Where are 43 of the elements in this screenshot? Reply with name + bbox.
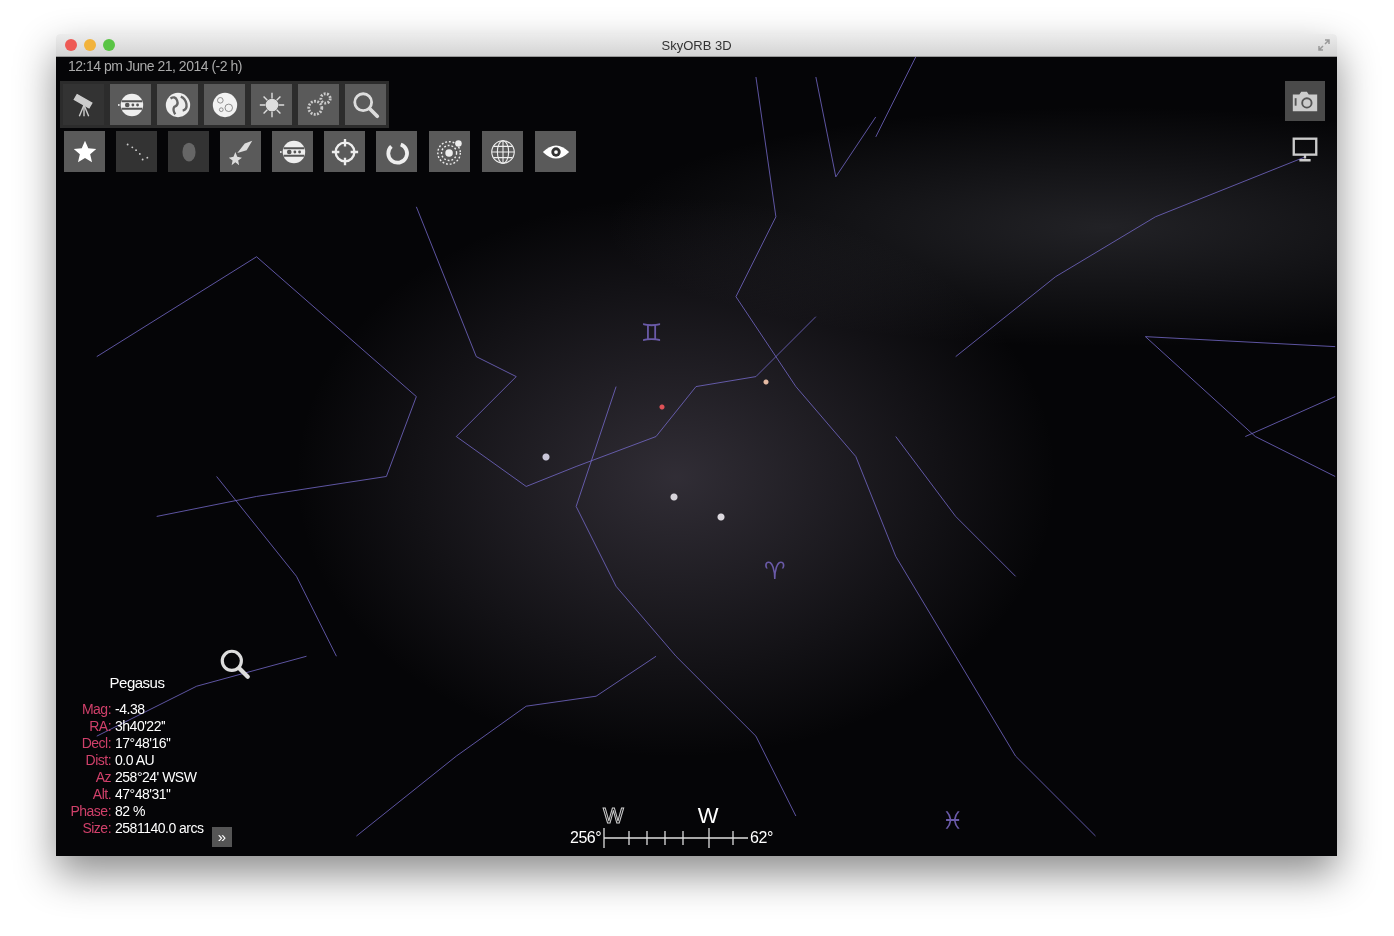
search-icon[interactable] — [218, 647, 252, 681]
compass-direction: W — [697, 805, 719, 827]
info-label: Mag: — [80, 701, 112, 718]
camera-button[interactable] — [1285, 81, 1325, 121]
compass-direction: W — [603, 805, 624, 827]
zodiac-symbol: ♊ — [641, 319, 663, 347]
zodiac-symbol: ♓ — [942, 807, 964, 835]
info-value: 17°48'16'' — [115, 735, 172, 752]
date-time-label: 12:14 pm June 21, 2014 (-2 h) — [68, 58, 242, 74]
toolbar-button[interactable] — [110, 84, 151, 125]
info-label: Dist: — [84, 752, 112, 769]
toolbar-button[interactable] — [324, 131, 365, 172]
toolbar-button[interactable] — [429, 131, 470, 172]
info-label: Alt. — [91, 786, 112, 803]
toolbar-button[interactable] — [64, 131, 105, 172]
info-label: Decl: — [80, 735, 112, 752]
zodiac-symbol: ♈ — [764, 557, 786, 585]
info-value: 0.0 AU — [115, 752, 156, 769]
altitude-reading: 62° — [750, 829, 773, 848]
toolbar-button[interactable] — [482, 131, 523, 172]
info-value: 47°48'31'' — [115, 786, 172, 803]
expand-button[interactable]: » — [212, 827, 232, 847]
toolbar-button[interactable] — [63, 84, 104, 125]
object-name: Pegasus — [108, 674, 166, 691]
info-value: 258°24' WSW — [115, 769, 198, 786]
azimuth-reading: 256° — [570, 829, 602, 848]
toolbar-button[interactable] — [272, 131, 313, 172]
info-value: -4.38 — [115, 701, 146, 718]
toolbar-button[interactable] — [157, 84, 198, 125]
close-button[interactable] — [65, 39, 77, 51]
search-icon — [350, 89, 381, 120]
info-label: Az — [94, 769, 112, 786]
info-value: 2581140.0 arcs — [115, 820, 205, 837]
window-title: SkyORB 3D — [661, 37, 732, 53]
info-label: Size: — [81, 820, 112, 837]
info-value: 3h40'22'' — [115, 718, 167, 735]
toolbar-button[interactable] — [535, 131, 576, 172]
toolbar-button[interactable] — [376, 131, 417, 172]
crosshair-icon — [329, 136, 360, 167]
info-value: 82 % — [115, 803, 146, 820]
toolbar-button[interactable] — [204, 84, 245, 125]
info-label: Phase: — [69, 803, 112, 820]
info-label: RA: — [88, 718, 112, 735]
